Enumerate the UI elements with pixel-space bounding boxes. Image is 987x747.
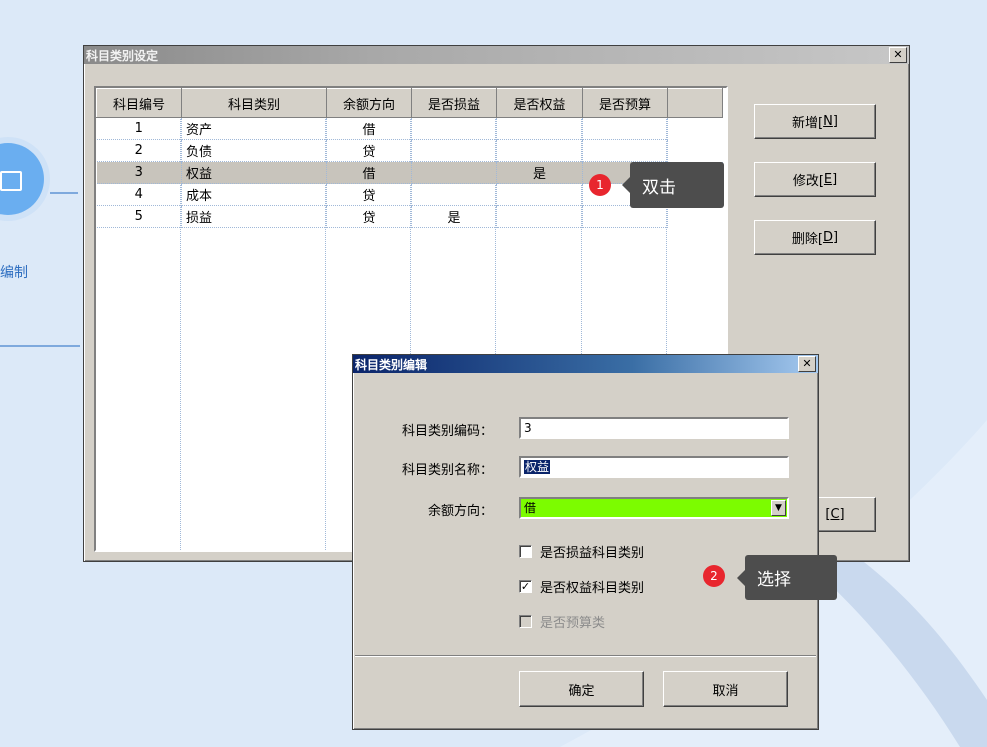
dialog-separator <box>355 655 816 657</box>
profit-loss-checkbox[interactable] <box>519 545 532 558</box>
cell-budget <box>582 139 668 162</box>
add-button-suffix: ] <box>832 114 838 129</box>
cell-equity <box>496 139 583 162</box>
cell-profit-loss <box>411 117 497 140</box>
delete-button-hotkey: D <box>822 230 833 245</box>
code-label: 科目类别编码： <box>401 424 493 439</box>
cell-profit-loss: 是 <box>411 205 497 228</box>
cell-code: 5 <box>96 205 182 228</box>
cell-direction: 借 <box>326 117 412 140</box>
cell-category: 成本 <box>181 183 327 206</box>
column-header-filler <box>667 88 723 118</box>
category-edit-dialog: 科目类别编辑 ✕ 科目类别编码： 3 科目类别名称： 权益 余额方向： 借 ▼ … <box>352 354 819 730</box>
budget-checkbox-label: 是否预算类 <box>540 616 606 631</box>
step-2-badge: 2 <box>703 565 725 587</box>
cell-direction: 借 <box>326 161 412 184</box>
flow-label[interactable]: 编制 <box>0 262 28 282</box>
window-title: 科目类别设定 <box>86 48 159 63</box>
edit-button-label: 修改[ <box>792 174 824 189</box>
table-row[interactable]: 1 资产 借 <box>96 117 723 140</box>
cell-direction: 贷 <box>326 139 412 162</box>
ok-button[interactable]: 确定 <box>519 671 644 707</box>
cell-direction: 贷 <box>326 183 412 206</box>
equity-checkbox[interactable]: ✓ <box>519 580 532 593</box>
cell-category: 损益 <box>181 205 327 228</box>
cell-code: 1 <box>96 117 182 140</box>
cell-budget <box>582 205 668 228</box>
cell-equity <box>496 205 583 228</box>
cell-filler <box>668 140 723 162</box>
profit-loss-checkbox-row[interactable]: 是否损益科目类别 <box>519 542 644 561</box>
category-table: 科目编号 科目类别 余额方向 是否损益 是否权益 是否预算 1 资产 借 2 负… <box>96 88 723 228</box>
cell-code: 2 <box>96 139 182 162</box>
column-header-profit-loss[interactable]: 是否损益 <box>411 88 497 118</box>
step-1-tooltip: 双击 <box>622 162 724 208</box>
edit-button[interactable]: 修改[E] <box>754 162 876 197</box>
cell-equity <box>496 117 583 140</box>
equity-checkbox-label: 是否权益科目类别 <box>540 581 645 596</box>
name-label: 科目类别名称： <box>401 463 493 478</box>
cell-equity <box>496 183 583 206</box>
column-header-budget[interactable]: 是否预算 <box>582 88 668 118</box>
close-icon[interactable]: ✕ <box>798 356 816 372</box>
step-1-badge: 1 <box>589 174 611 196</box>
table-header: 科目编号 科目类别 余额方向 是否损益 是否权益 是否预算 <box>96 88 723 118</box>
chevron-down-icon[interactable]: ▼ <box>771 500 786 516</box>
cell-category: 权益 <box>181 161 327 184</box>
add-button[interactable]: 新增[N] <box>754 104 876 139</box>
flow-connector <box>50 192 78 194</box>
column-header-code[interactable]: 科目编号 <box>96 88 182 118</box>
direction-label: 余额方向： <box>427 504 493 519</box>
document-icon <box>0 171 22 191</box>
cell-equity: 是 <box>496 161 583 184</box>
column-header-direction[interactable]: 余额方向 <box>326 88 412 118</box>
add-button-hotkey: N <box>823 114 833 129</box>
cell-category: 负债 <box>181 139 327 162</box>
cell-filler <box>668 118 723 140</box>
name-input-value: 权益 <box>524 460 551 474</box>
add-button-label: 新增[ <box>792 116 824 131</box>
flow-connector <box>0 345 80 347</box>
step-2-tooltip: 选择 <box>737 555 837 600</box>
cell-profit-loss <box>411 183 497 206</box>
delete-button[interactable]: 删除[D] <box>754 220 876 255</box>
column-header-category[interactable]: 科目类别 <box>181 88 327 118</box>
cell-profit-loss <box>411 161 497 184</box>
cell-budget <box>582 117 668 140</box>
name-input[interactable]: 权益 <box>519 456 789 478</box>
table-row[interactable]: 5 损益 贷 是 <box>96 205 723 228</box>
close-button-suffix: ] <box>839 507 845 522</box>
column-header-equity[interactable]: 是否权益 <box>496 88 583 118</box>
cell-direction: 贷 <box>326 205 412 228</box>
table-row[interactable]: 2 负债 贷 <box>96 139 723 162</box>
direction-select[interactable]: 借 ▼ <box>519 497 789 519</box>
cancel-button[interactable]: 取消 <box>663 671 788 707</box>
budget-checkbox <box>519 615 532 628</box>
cell-profit-loss <box>411 139 497 162</box>
close-button-hotkey: C <box>830 507 840 522</box>
cell-category: 资产 <box>181 117 327 140</box>
dialog-titlebar: 科目类别编辑 ✕ <box>353 355 818 373</box>
cell-filler <box>668 206 723 228</box>
delete-button-suffix: ] <box>833 230 839 245</box>
window-titlebar: 科目类别设定 ✕ <box>84 46 909 64</box>
budget-checkbox-row: 是否预算类 <box>519 612 605 631</box>
code-input[interactable]: 3 <box>519 417 789 439</box>
delete-button-label: 删除[ <box>791 232 823 247</box>
direction-select-value: 借 <box>524 501 537 515</box>
profit-loss-checkbox-label: 是否损益科目类别 <box>540 546 645 561</box>
close-icon[interactable]: ✕ <box>889 47 907 63</box>
edit-button-hotkey: E <box>823 172 833 187</box>
edit-button-suffix: ] <box>832 172 838 187</box>
cell-code: 3 <box>96 161 182 184</box>
dialog-title: 科目类别编辑 <box>355 357 428 372</box>
equity-checkbox-row[interactable]: ✓ 是否权益科目类别 <box>519 577 644 596</box>
cell-code: 4 <box>96 183 182 206</box>
